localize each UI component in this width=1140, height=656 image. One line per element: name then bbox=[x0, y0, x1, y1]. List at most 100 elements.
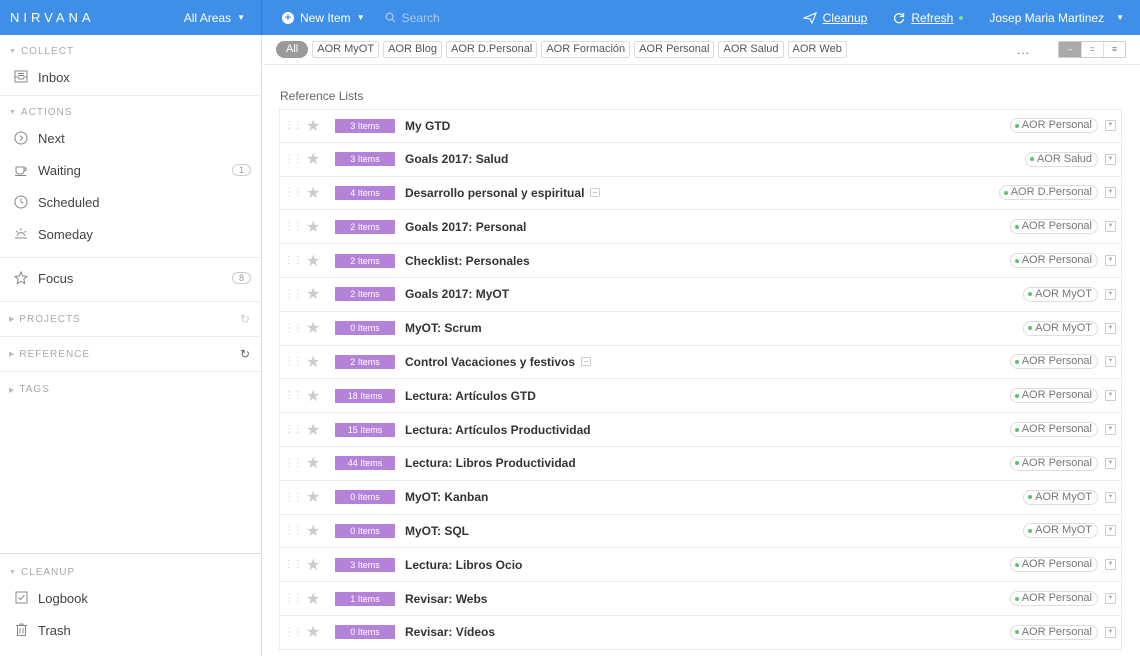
list-row[interactable]: ⋮⋮ ★ 18 Items Lectura: Artículos GTD AOR Per… bbox=[279, 379, 1122, 414]
drag-handle-icon[interactable]: ⋮⋮ bbox=[280, 492, 306, 503]
star-icon[interactable]: ★ bbox=[306, 284, 332, 304]
star-icon[interactable]: ★ bbox=[306, 622, 332, 642]
row-menu-icon[interactable]: ▼ bbox=[1105, 288, 1116, 300]
drag-handle-icon[interactable]: ⋮⋮ bbox=[280, 289, 306, 300]
area-tag[interactable]: AOR Personal bbox=[1009, 455, 1098, 471]
list-name[interactable]: Control Vacaciones y festivos bbox=[405, 355, 592, 369]
list-row[interactable]: ⋮⋮ ★ 1 Items Revisar: Webs AOR Personal ▼ bbox=[279, 582, 1122, 616]
list-row[interactable]: ⋮⋮ ★ 2 Items Goals 2017: Personal AOR Person… bbox=[279, 210, 1122, 245]
new-item-button[interactable]: + New Item ▼ bbox=[282, 11, 365, 25]
list-name[interactable]: Lectura: Libros Ocio bbox=[405, 558, 522, 572]
cleanup-button[interactable]: Cleanup bbox=[802, 11, 867, 25]
drag-handle-icon[interactable]: ⋮⋮ bbox=[280, 627, 306, 638]
row-menu-icon[interactable]: ▼ bbox=[1105, 457, 1116, 469]
area-tag[interactable]: AOR Personal bbox=[1009, 557, 1098, 573]
sidebar-item-focus[interactable]: Focus 8 bbox=[0, 258, 261, 298]
row-menu-icon[interactable]: ▼ bbox=[1105, 424, 1116, 436]
filter-chip[interactable]: AOR Formación bbox=[541, 41, 631, 58]
row-menu-icon[interactable]: ▼ bbox=[1105, 221, 1116, 233]
drag-handle-icon[interactable]: ⋮⋮ bbox=[280, 323, 306, 334]
search-input[interactable] bbox=[401, 10, 702, 25]
sidebar-item-next[interactable]: Next bbox=[0, 122, 261, 154]
sidebar-item-waiting[interactable]: Waiting 1 bbox=[0, 154, 261, 186]
user-menu[interactable]: Josep Maria Martinez ▼ bbox=[989, 11, 1124, 25]
star-icon[interactable]: ★ bbox=[306, 521, 332, 541]
area-tag[interactable]: AOR MyOT bbox=[1023, 286, 1098, 302]
star-icon[interactable]: ★ bbox=[306, 149, 332, 169]
app-logo[interactable]: NIRVANA bbox=[10, 10, 95, 25]
row-menu-icon[interactable]: ▼ bbox=[1105, 187, 1116, 199]
area-tag[interactable]: AOR Personal bbox=[1009, 422, 1098, 438]
star-icon[interactable]: ★ bbox=[306, 318, 332, 338]
row-menu-icon[interactable]: ▼ bbox=[1105, 255, 1116, 267]
sidebar-item-scheduled[interactable]: Scheduled bbox=[0, 186, 261, 218]
row-menu-icon[interactable]: ▼ bbox=[1105, 153, 1116, 165]
area-tag[interactable]: AOR Salud bbox=[1024, 151, 1098, 167]
list-name[interactable]: Checklist: Personales bbox=[405, 254, 530, 268]
star-icon[interactable]: ★ bbox=[306, 386, 332, 406]
list-row[interactable]: ⋮⋮ ★ 3 Items Lectura: Libros Ocio AOR Person… bbox=[279, 548, 1122, 583]
filter-chip[interactable]: AOR Salud bbox=[718, 41, 784, 58]
list-name[interactable]: Goals 2017: Salud bbox=[405, 152, 508, 166]
star-icon[interactable]: ★ bbox=[306, 116, 332, 136]
drag-handle-icon[interactable]: ⋮⋮ bbox=[280, 221, 306, 232]
refresh-icon[interactable]: ↻ bbox=[240, 312, 251, 326]
sidebar-item-logbook[interactable]: Logbook bbox=[0, 582, 261, 614]
area-tag[interactable]: AOR Personal bbox=[1009, 354, 1098, 370]
drag-handle-icon[interactable]: ⋮⋮ bbox=[280, 458, 306, 469]
list-row[interactable]: ⋮⋮ ★ 0 Items Revisar: Vídeos AOR Personal ▼ bbox=[279, 615, 1122, 650]
filter-chip-all[interactable]: All bbox=[276, 41, 309, 58]
area-tag[interactable]: AOR Personal bbox=[1009, 253, 1098, 269]
list-name[interactable]: MyOT: SQL bbox=[405, 524, 469, 538]
row-menu-icon[interactable]: ▼ bbox=[1105, 120, 1116, 132]
list-row[interactable]: ⋮⋮ ★ 44 Items Lectura: Libros Productividad… bbox=[279, 446, 1122, 481]
sidebar-item-inbox[interactable]: Inbox bbox=[0, 61, 261, 93]
list-name[interactable]: Revisar: Webs bbox=[405, 592, 487, 606]
area-tag[interactable]: AOR Personal bbox=[1009, 591, 1098, 607]
row-menu-icon[interactable]: ▼ bbox=[1105, 390, 1116, 402]
list-name[interactable]: Goals 2017: MyOT bbox=[405, 287, 509, 301]
area-tag[interactable]: AOR MyOT bbox=[1023, 523, 1098, 539]
star-icon[interactable]: ★ bbox=[306, 251, 332, 271]
row-menu-icon[interactable]: ▼ bbox=[1105, 593, 1116, 605]
section-projects[interactable]: ▶ PROJECTS ↻ bbox=[0, 302, 261, 337]
row-menu-icon[interactable]: ▼ bbox=[1105, 322, 1116, 334]
drag-handle-icon[interactable]: ⋮⋮ bbox=[280, 187, 306, 198]
area-tag[interactable]: AOR Personal bbox=[1009, 219, 1098, 235]
row-menu-icon[interactable]: ▼ bbox=[1105, 525, 1116, 537]
drag-handle-icon[interactable]: ⋮⋮ bbox=[280, 154, 306, 165]
more-options-button[interactable]: ... bbox=[1017, 43, 1030, 57]
list-name[interactable]: Lectura: Libros Productividad bbox=[405, 456, 576, 470]
list-name[interactable]: Goals 2017: Personal bbox=[405, 220, 526, 234]
area-tag[interactable]: AOR Personal bbox=[1009, 118, 1098, 134]
list-row[interactable]: ⋮⋮ ★ 0 Items MyOT: SQL AOR MyOT ▼ bbox=[279, 514, 1122, 549]
list-name[interactable]: Lectura: Artículos GTD bbox=[405, 389, 536, 403]
drag-handle-icon[interactable]: ⋮⋮ bbox=[280, 424, 306, 435]
row-menu-icon[interactable]: ▼ bbox=[1105, 559, 1116, 571]
list-name[interactable]: My GTD bbox=[405, 119, 450, 133]
filter-chip[interactable]: AOR Web bbox=[787, 41, 847, 58]
star-icon[interactable]: ★ bbox=[306, 420, 332, 440]
filter-chip[interactable]: AOR MyOT bbox=[312, 41, 380, 58]
star-icon[interactable]: ★ bbox=[306, 487, 332, 507]
area-tag[interactable]: AOR MyOT bbox=[1023, 489, 1098, 505]
drag-handle-icon[interactable]: ⋮⋮ bbox=[280, 356, 306, 367]
list-row[interactable]: ⋮⋮ ★ 2 Items Goals 2017: MyOT AOR MyOT ▼ bbox=[279, 277, 1122, 312]
sidebar-item-trash[interactable]: Trash bbox=[0, 614, 261, 646]
list-row[interactable]: ⋮⋮ ★ 2 Items Control Vacaciones y festivos A… bbox=[279, 345, 1122, 380]
drag-handle-icon[interactable]: ⋮⋮ bbox=[280, 525, 306, 536]
section-tags[interactable]: ▶ TAGS bbox=[0, 372, 261, 407]
list-row[interactable]: ⋮⋮ ★ 3 Items My GTD AOR Personal ▼ bbox=[279, 109, 1122, 143]
refresh-icon[interactable]: ↻ bbox=[240, 347, 251, 361]
list-name[interactable]: MyOT: Kanban bbox=[405, 490, 488, 504]
refresh-button[interactable]: Refresh bbox=[893, 11, 964, 25]
drag-handle-icon[interactable]: ⋮⋮ bbox=[280, 559, 306, 570]
list-row[interactable]: ⋮⋮ ★ 2 Items Checklist: Personales AOR Perso… bbox=[279, 244, 1122, 278]
section-reference[interactable]: ▶ REFERENCE ↻ bbox=[0, 337, 261, 372]
view-expanded-button[interactable]: ≡ bbox=[1103, 42, 1125, 57]
filter-chip[interactable]: AOR D.Personal bbox=[446, 41, 538, 58]
view-normal-button[interactable]: = bbox=[1081, 42, 1103, 57]
star-icon[interactable]: ★ bbox=[306, 183, 332, 203]
star-icon[interactable]: ★ bbox=[306, 352, 332, 372]
list-row[interactable]: ⋮⋮ ★ 0 Items MyOT: Kanban AOR MyOT ▼ bbox=[279, 480, 1122, 515]
